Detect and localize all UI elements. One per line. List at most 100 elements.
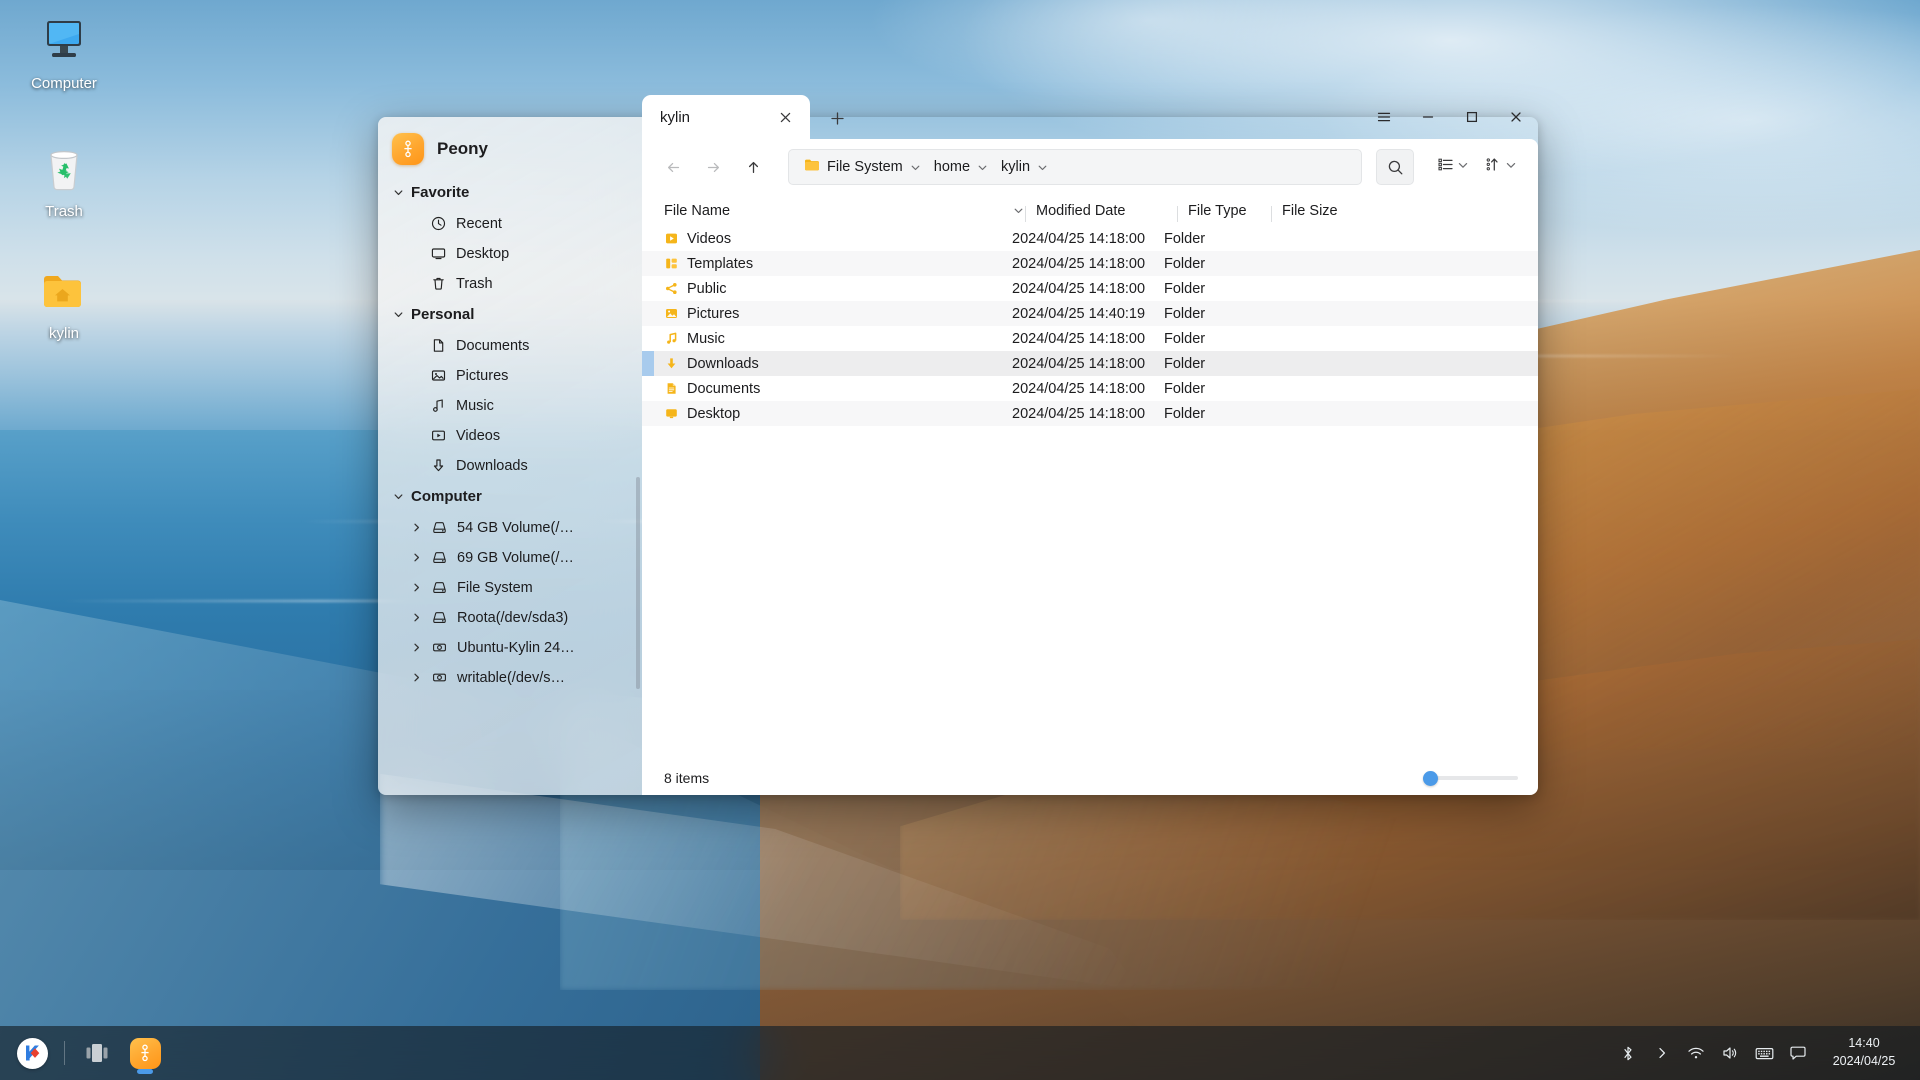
chevron-right-icon[interactable] bbox=[1646, 1034, 1678, 1072]
sidebar-group-computer[interactable]: Computer bbox=[378, 481, 636, 512]
chevron-right-icon[interactable] bbox=[410, 612, 422, 623]
minimize-icon[interactable] bbox=[1406, 97, 1450, 137]
volume-icon[interactable] bbox=[1714, 1034, 1746, 1072]
breadcrumb-kylin[interactable]: kylin bbox=[996, 156, 1053, 178]
note-icon bbox=[430, 397, 447, 414]
close-icon[interactable] bbox=[1494, 97, 1538, 137]
notification-icon[interactable] bbox=[1782, 1034, 1814, 1072]
sidebar-item-recent[interactable]: Recent bbox=[384, 209, 628, 238]
navigation-toolbar: File System home kylin bbox=[642, 139, 1538, 195]
chevron-right-icon[interactable] bbox=[410, 522, 422, 533]
column-header-type[interactable]: File Type bbox=[1177, 203, 1280, 222]
sidebar-item-downloads[interactable]: Downloads bbox=[384, 451, 628, 480]
column-header-date[interactable]: Modified Date bbox=[1025, 202, 1186, 222]
tab-label: kylin bbox=[660, 108, 691, 126]
music-folder-icon bbox=[664, 332, 678, 346]
sidebar-item-ubuntu-kylin[interactable]: Ubuntu-Kylin 24… bbox=[384, 633, 628, 662]
table-row[interactable]: Downloads 2024/04/25 14:18:00 Folder bbox=[642, 351, 1538, 376]
file-name-cell: Desktop bbox=[642, 406, 1012, 422]
table-row[interactable]: Desktop 2024/04/25 14:18:00 Folder bbox=[642, 401, 1538, 426]
back-button[interactable] bbox=[656, 150, 690, 184]
desktop-icon-kylin-home[interactable]: kylin bbox=[8, 262, 120, 343]
file-type: Folder bbox=[1164, 255, 1206, 272]
zoom-slider-handle[interactable] bbox=[1423, 770, 1438, 786]
chevron-down-icon[interactable] bbox=[1013, 205, 1024, 216]
sidebar-item-label: Ubuntu-Kylin 24… bbox=[457, 639, 575, 656]
desktop-icon-trash[interactable]: Trash bbox=[8, 140, 120, 221]
view-mode-button[interactable] bbox=[1432, 150, 1474, 184]
start-menu-button[interactable] bbox=[8, 1030, 56, 1076]
column-header-name[interactable]: File Name bbox=[664, 203, 1034, 219]
hamburger-menu-icon[interactable] bbox=[1362, 97, 1406, 137]
system-tray bbox=[1612, 1034, 1820, 1072]
file-date: 2024/04/25 14:40:19 bbox=[1012, 305, 1146, 322]
sidebar-item-roota[interactable]: Roota(/dev/sda3) bbox=[384, 603, 628, 632]
column-header-size[interactable]: File Size bbox=[1271, 202, 1370, 222]
up-button[interactable] bbox=[736, 150, 770, 184]
clock[interactable]: 14:40 2024/04/25 bbox=[1820, 1035, 1912, 1071]
breadcrumb-bar[interactable]: File System home kylin bbox=[788, 149, 1362, 185]
sidebar-item-label: Trash bbox=[456, 275, 493, 292]
column-label: File Size bbox=[1282, 202, 1338, 219]
sidebar-item-trash[interactable]: Trash bbox=[384, 269, 628, 298]
sidebar-item-documents[interactable]: Documents bbox=[384, 331, 628, 360]
file-manager-window: Peony Favorite Recent Desktop Trash Pers… bbox=[378, 95, 1538, 795]
sidebar-item-videos[interactable]: Videos bbox=[384, 421, 628, 450]
search-button[interactable] bbox=[1376, 149, 1414, 185]
table-row[interactable]: Videos 2024/04/25 14:18:00 Folder bbox=[642, 226, 1538, 251]
sidebar-item-file-system[interactable]: File System bbox=[384, 573, 628, 602]
file-date: 2024/04/25 14:18:00 bbox=[1012, 330, 1146, 347]
file-name-cell: Documents bbox=[642, 381, 1012, 397]
desktop-icon-label: kylin bbox=[48, 325, 79, 342]
wifi-icon[interactable] bbox=[1680, 1034, 1712, 1072]
file-name: Public bbox=[687, 280, 727, 297]
sort-button[interactable] bbox=[1480, 150, 1522, 184]
maximize-icon[interactable] bbox=[1450, 97, 1494, 137]
table-row[interactable]: Templates 2024/04/25 14:18:00 Folder bbox=[642, 251, 1538, 276]
table-row[interactable]: Music 2024/04/25 14:18:00 Folder bbox=[642, 326, 1538, 351]
breadcrumb-file-system[interactable]: File System bbox=[799, 155, 926, 179]
sidebar-item-volume-54gb[interactable]: 54 GB Volume(/… bbox=[384, 513, 628, 542]
sidebar-scrollbar[interactable] bbox=[636, 477, 640, 689]
table-row[interactable]: Documents 2024/04/25 14:18:00 Folder bbox=[642, 376, 1538, 401]
taskbar-app-peony[interactable] bbox=[121, 1030, 169, 1076]
forward-button[interactable] bbox=[696, 150, 730, 184]
chevron-down-icon[interactable] bbox=[1037, 162, 1048, 173]
file-name-cell: Videos bbox=[642, 231, 1012, 247]
sidebar-group-favorite[interactable]: Favorite bbox=[378, 177, 636, 208]
sidebar-item-music[interactable]: Music bbox=[384, 391, 628, 420]
breadcrumb-home[interactable]: home bbox=[929, 156, 993, 178]
new-tab-button[interactable] bbox=[820, 101, 854, 135]
zoom-slider[interactable] bbox=[1423, 770, 1518, 786]
tab-kylin[interactable]: kylin bbox=[642, 95, 810, 139]
file-type: Folder bbox=[1164, 280, 1206, 297]
close-icon[interactable] bbox=[774, 106, 796, 128]
column-label: Modified Date bbox=[1036, 202, 1126, 219]
table-row[interactable]: Pictures 2024/04/25 14:40:19 Folder bbox=[642, 301, 1538, 326]
file-type: Folder bbox=[1164, 380, 1206, 397]
chevron-right-icon[interactable] bbox=[410, 642, 422, 653]
file-name-cell: Music bbox=[642, 331, 1012, 347]
chevron-down-icon[interactable] bbox=[977, 162, 988, 173]
sidebar-item-volume-69gb[interactable]: 69 GB Volume(/… bbox=[384, 543, 628, 572]
sidebar-item-desktop[interactable]: Desktop bbox=[384, 239, 628, 268]
file-type: Folder bbox=[1164, 405, 1206, 422]
pane-body: File System home kylin File Name Modifie… bbox=[642, 139, 1538, 795]
pictures-folder-icon bbox=[664, 307, 678, 321]
task-view-button[interactable] bbox=[73, 1030, 121, 1076]
bluetooth-icon[interactable] bbox=[1612, 1034, 1644, 1072]
breadcrumb-label: home bbox=[933, 159, 971, 175]
table-row[interactable]: Public 2024/04/25 14:18:00 Folder bbox=[642, 276, 1538, 301]
chevron-right-icon[interactable] bbox=[410, 672, 422, 683]
sidebar: Peony Favorite Recent Desktop Trash Pers… bbox=[378, 117, 642, 795]
breadcrumb-label: kylin bbox=[1001, 159, 1031, 175]
desktop-icon-label: Trash bbox=[45, 203, 83, 220]
sidebar-item-pictures[interactable]: Pictures bbox=[384, 361, 628, 390]
chevron-right-icon[interactable] bbox=[410, 552, 422, 563]
sidebar-item-writable[interactable]: writable(/dev/s… bbox=[384, 663, 628, 692]
sidebar-group-personal[interactable]: Personal bbox=[378, 299, 636, 330]
desktop-icon-computer[interactable]: Computer bbox=[8, 12, 120, 93]
chevron-right-icon[interactable] bbox=[410, 582, 422, 593]
keyboard-icon[interactable] bbox=[1748, 1034, 1780, 1072]
chevron-down-icon[interactable] bbox=[910, 162, 921, 173]
